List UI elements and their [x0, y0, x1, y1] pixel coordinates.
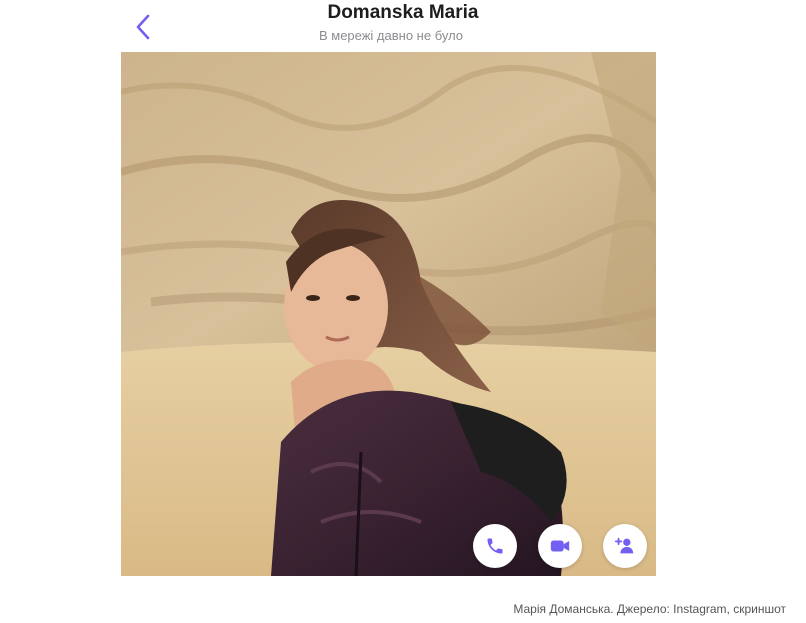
add-contact-button[interactable] [603, 524, 647, 568]
video-camera-icon [550, 540, 570, 552]
chat-profile-screen: Domanska Maria В мережі давно не було Ма… [0, 0, 806, 623]
contact-name: Domanska Maria [327, 2, 479, 23]
profile-photo[interactable] [121, 52, 656, 576]
image-caption: Марія Доманська. Джерело: Instagram, скр… [513, 602, 786, 616]
last-seen-status: В мережі давно не було [318, 28, 464, 43]
video-call-button[interactable] [538, 524, 582, 568]
call-button[interactable] [473, 524, 517, 568]
add-contact-icon [614, 537, 634, 554]
phone-icon [487, 538, 503, 554]
